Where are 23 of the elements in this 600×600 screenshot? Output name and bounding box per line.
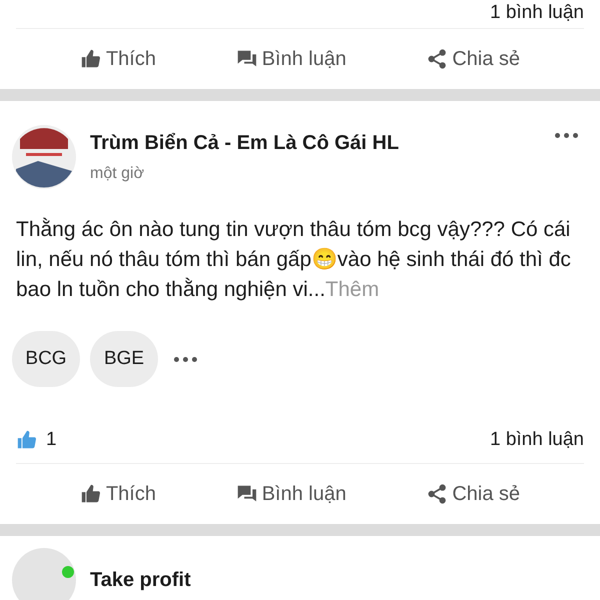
thumbs-up-icon (80, 483, 102, 505)
thumbs-up-icon (80, 48, 102, 70)
action-button[interactable]: Bình luận (236, 482, 346, 506)
post-time: một giờ (90, 164, 146, 182)
action-button[interactable]: Chia sẻ (426, 48, 520, 70)
like-reaction-icon (16, 429, 38, 451)
author-name[interactable]: Take profit (90, 568, 588, 592)
like-count[interactable]: 1 (46, 429, 57, 451)
action-button[interactable]: Chia sẻ (426, 482, 520, 506)
stock-tag[interactable]: BCG (12, 331, 80, 387)
action-button[interactable]: Thích (80, 482, 156, 506)
share-icon (426, 483, 448, 505)
comment-count[interactable]: 1 bình luận (490, 2, 584, 24)
action-button[interactable]: Thích (80, 48, 156, 70)
post-text: Thằng ác ôn nào tung tin vượn thâu tóm bcg vậy??? Có cái lin, nếu nó thâu tóm thì bán gấp😁vào hệ sinh thái đó thì đc bao ln tuồn cho thằng nghiện vi...Thêm (16, 216, 572, 303)
avatar[interactable] (12, 125, 76, 189)
author-name[interactable]: Trùm Biển Cả - Em Là Cô Gái HL (90, 132, 541, 154)
action-button[interactable]: Bình luận (236, 48, 346, 70)
more-options-icon[interactable] (555, 133, 578, 138)
stock-tag[interactable]: BGE (90, 331, 158, 387)
share-icon (426, 48, 448, 70)
more-tags-icon[interactable] (174, 356, 197, 362)
comment-count[interactable]: 1 bình luận (490, 429, 584, 451)
